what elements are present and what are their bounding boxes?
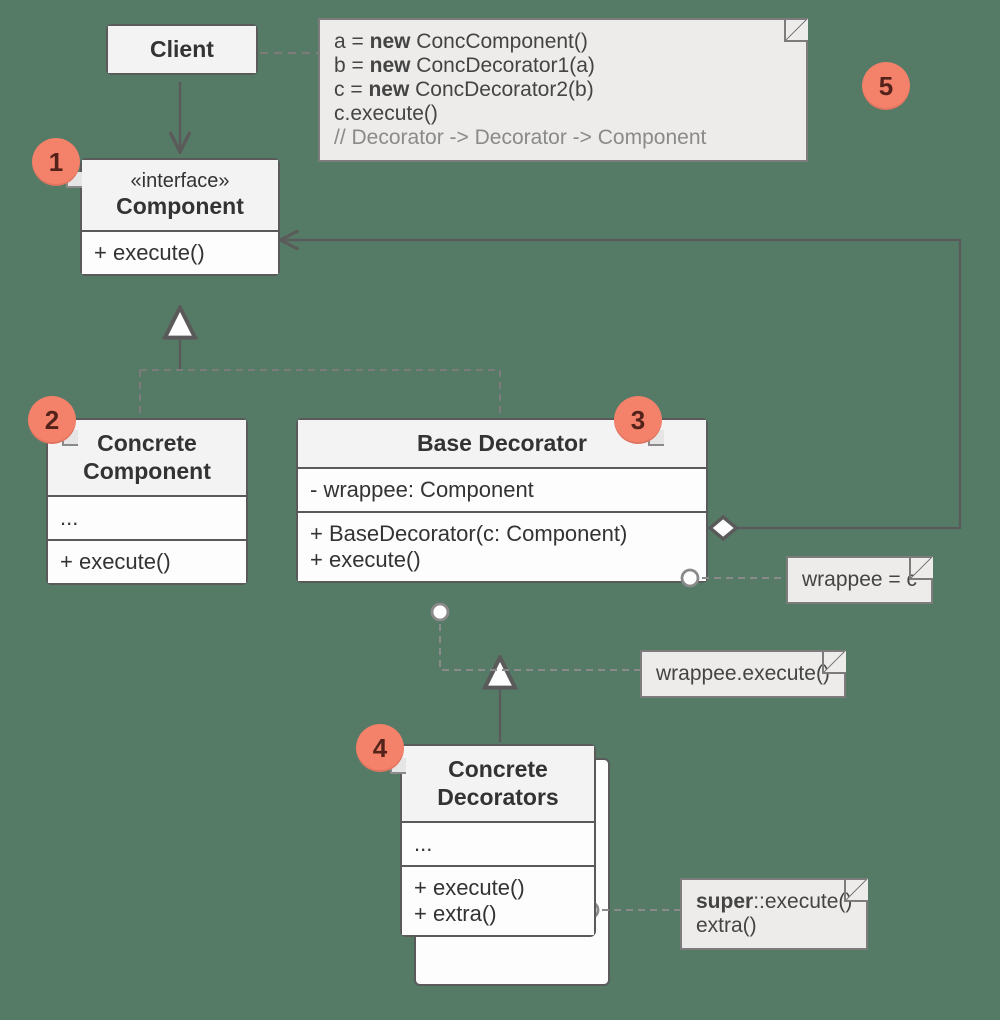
note-wrappee-c: wrappee = c xyxy=(786,556,933,604)
note-wrappee-execute: wrappee.execute() xyxy=(640,650,846,698)
component-head: «interface» Component xyxy=(82,160,278,230)
base-decorator-field-wrappee: - wrappee: Component xyxy=(298,467,706,511)
note-fold-icon xyxy=(784,18,808,42)
badge-2: 2 xyxy=(28,396,76,444)
badge-3: 3 xyxy=(614,396,662,444)
concrete-component-slot: ... xyxy=(48,495,246,539)
base-decorator-methods: + BaseDecorator(c: Component) + execute(… xyxy=(298,511,706,581)
method-extra: + extra() xyxy=(414,901,582,927)
badge-1: 1 xyxy=(32,138,80,186)
badge-4: 4 xyxy=(356,724,404,772)
component-box: «interface» Component + execute() xyxy=(80,158,280,276)
concrete-decorators-slot: ... xyxy=(402,821,594,865)
note-fold-icon xyxy=(909,556,933,580)
base-decorator-box: Base Decorator - wrappee: Component + Ba… xyxy=(296,418,708,583)
concrete-decorators-title: Concrete Decorators xyxy=(402,746,594,821)
badge-5: 5 xyxy=(862,62,910,110)
note-client-code: a = new ConcComponent() b = new ConcDeco… xyxy=(318,18,808,162)
component-method-execute: + execute() xyxy=(82,230,278,274)
client-title: Client xyxy=(108,26,256,73)
concrete-decorators-box: Concrete Decorators ... + execute() + ex… xyxy=(400,744,596,937)
note-super-execute: super::execute() extra() xyxy=(680,878,868,950)
base-decorator-method-ctor: + BaseDecorator(c: Component) xyxy=(310,521,694,547)
component-stereotype: «interface» xyxy=(94,170,266,193)
method-execute: + execute() xyxy=(414,875,582,901)
base-decorator-method-execute: + execute() xyxy=(310,547,694,573)
concrete-decorators-methods: + execute() + extra() xyxy=(402,865,594,935)
concrete-component-method-execute: + execute() xyxy=(48,539,246,583)
component-name: Component xyxy=(116,193,244,219)
note-fold-icon xyxy=(822,650,846,674)
note-fold-icon xyxy=(844,878,868,902)
client-box: Client xyxy=(106,24,258,75)
